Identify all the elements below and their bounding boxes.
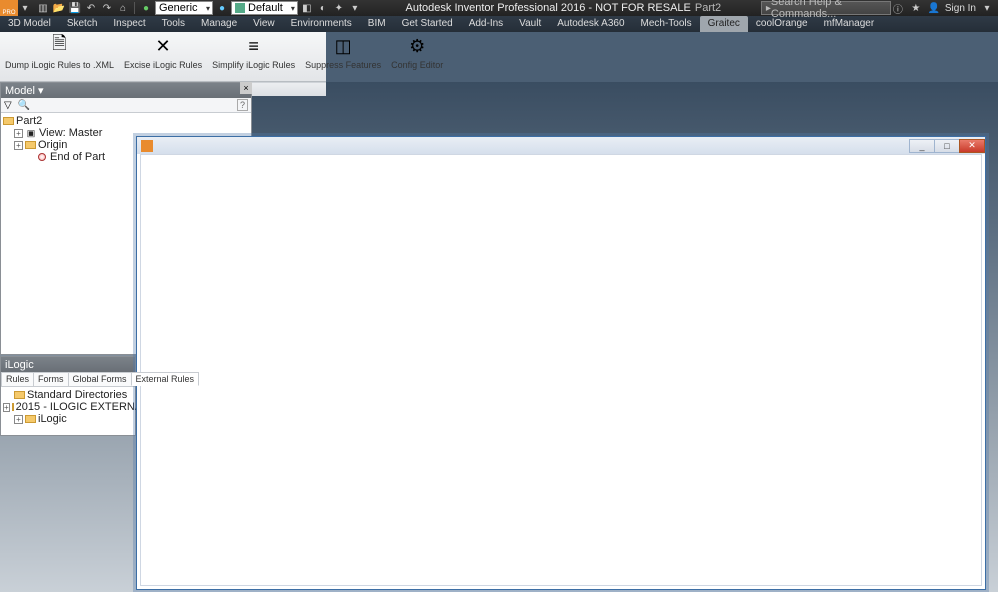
ribbon-tab[interactable]: Autodesk A360 [549,16,632,32]
child-window-body [140,154,982,586]
info-icon[interactable]: ⓘ [891,1,905,15]
ribbon-button[interactable]: ◫ Suppress Features [300,32,386,81]
ribbon-tabs: 3D ModelSketchInspectToolsManageViewEnvi… [0,16,998,32]
save-icon[interactable]: 💾 [68,1,82,15]
material-sphere-icon[interactable]: ● [215,1,229,15]
ribbon-tab[interactable]: View [245,16,283,32]
material-dropdown[interactable]: Default [231,1,298,15]
ribbon-button[interactable]: ⚙ Config Editor [386,32,448,81]
ribbon-button-icon: ⚙ [405,34,429,58]
tree-item-label: View: Master [39,127,102,139]
ribbon-tab[interactable]: Inspect [105,16,153,32]
tree-item-label: Origin [38,139,67,151]
redo-icon[interactable]: ↷ [100,1,114,15]
style-dropdown[interactable]: Generic [155,1,213,15]
folder-icon [25,415,36,423]
end-of-part-icon [36,152,48,162]
ribbon-button-label: Config Editor [391,60,443,70]
app-logo-icon[interactable]: PRO [0,0,18,16]
home-icon[interactable]: ⌂ [116,1,130,15]
view-icon: ▣ [25,128,37,138]
folder-icon [25,141,36,149]
ilogic-panel: iLogic RulesFormsGlobal FormsExternal Ru… [0,356,136,436]
open-icon[interactable]: 📂 [52,1,66,15]
filter-icon[interactable]: ▽ [4,100,12,111]
child-window: _ □ ✕ [136,136,986,590]
ribbon-panel: 🗎 Dump iLogic Rules to .XML ✕ Excise iLogic… [0,32,326,82]
tree-toggle-icon[interactable]: + [3,403,10,412]
sign-in-button[interactable]: Sign In [945,3,976,14]
panel-close-icon[interactable]: × [240,82,252,94]
minimize-button[interactable]: _ [909,139,935,153]
qat-overflow-icon[interactable]: ▾ [348,1,362,15]
ilogic-tree-item[interactable]: +2015 - ILOGIC EXTERNAL RULES [3,401,133,413]
folder-icon [14,391,25,399]
undo-icon[interactable]: ↶ [84,1,98,15]
child-window-titlebar[interactable]: _ □ ✕ [137,137,985,154]
ilogic-tree-item[interactable]: Standard Directories [3,389,133,401]
maximize-button[interactable]: □ [934,139,960,153]
ribbon-button-icon: 🗎 [48,34,72,58]
child-window-icon [141,140,153,152]
ilogic-tab[interactable]: External Rules [131,372,200,386]
ribbon-button[interactable]: ✕ Excise iLogic Rules [119,32,207,81]
ribbon-button-icon: ◫ [331,34,355,58]
tree-toggle-icon[interactable]: + [14,415,23,424]
model-browser-title: Model ▾ [1,83,251,98]
ribbon-button-label: Excise iLogic Rules [124,60,202,70]
ilogic-tabs: RulesFormsGlobal FormsExternal Rules [1,372,135,387]
folder-icon [12,403,14,411]
app-title: Autodesk Inventor Professional 2016 - NO… [366,2,761,14]
ilogic-tab[interactable]: Rules [1,372,34,386]
ribbon-button[interactable]: ≡ Simplify iLogic Rules [207,32,300,81]
tree-root[interactable]: Part2 [3,115,249,127]
ilogic-tree-label: Standard Directories [27,389,127,401]
ilogic-title: iLogic [1,357,135,372]
ribbon-tab[interactable]: mfManager [816,16,883,32]
ribbon-tab[interactable]: Graitec [700,16,748,32]
ilogic-tree-item[interactable]: + iLogic [3,413,133,425]
ribbon-button-label: Simplify iLogic Rules [212,60,295,70]
ribbon-tab[interactable]: Mech-Tools [633,16,700,32]
ilogic-tree-label: iLogic [38,413,67,425]
ribbon-tab[interactable]: Tools [154,16,193,32]
ilogic-tab[interactable]: Global Forms [68,372,132,386]
ribbon-tab[interactable]: Add-Ins [461,16,511,32]
tree-toggle-icon[interactable]: + [14,141,23,150]
ilogic-tab[interactable]: Forms [33,372,69,386]
ribbon-tab[interactable]: coolOrange [748,16,816,32]
ribbon-button[interactable]: 🗎 Dump iLogic Rules to .XML [0,32,119,81]
app-help-dropdown-icon[interactable]: ▾ [980,1,994,15]
ribbon-tab[interactable]: Get Started [394,16,461,32]
ribbon-tab[interactable]: 3D Model [0,16,59,32]
search-input[interactable]: ▸ Search Help & Commands... [761,1,891,15]
ribbon-tab[interactable]: Manage [193,16,245,32]
new-icon[interactable]: ▥ [36,1,50,15]
ribbon-button-icon: ✕ [151,34,175,58]
user-icon[interactable]: 👤 [927,1,941,15]
ribbon-button-icon: ≡ [242,34,266,58]
ilogic-tree: Standard Directories+2015 - ILOGIC EXTER… [1,387,135,435]
ribbon-tab[interactable]: Sketch [59,16,106,32]
appearance-sphere-icon[interactable]: ● [139,1,153,15]
misc-tool-3-icon[interactable]: ✦ [332,1,346,15]
ribbon-button-label: Dump iLogic Rules to .XML [5,60,114,70]
close-button[interactable]: ✕ [959,139,985,153]
active-doc: Part2 [695,2,721,14]
tree-toggle-icon[interactable]: + [14,129,23,138]
tree-item-label: End of Part [50,151,105,163]
misc-tool-1-icon[interactable]: ◧ [300,1,314,15]
app-menu-dropdown-icon[interactable]: ▾ [18,1,32,15]
misc-tool-2-icon[interactable]: ◐ [316,1,330,15]
quick-access-toolbar: PRO ▾ ▥ 📂 💾 ↶ ↷ ⌂ ● Generic ● Default ◧ … [0,0,998,16]
ribbon-tab[interactable]: BIM [360,16,394,32]
help-icon[interactable]: ? [237,99,248,111]
star-icon[interactable]: ★ [909,1,923,15]
search-icon[interactable]: 🔍 [18,100,30,111]
ribbon-tab[interactable]: Environments [283,16,360,32]
ribbon-tab[interactable]: Vault [511,16,549,32]
model-browser-toolbar: ▽ 🔍 ? [1,98,251,113]
part-icon [3,117,14,125]
ribbon-button-label: Suppress Features [305,60,381,70]
